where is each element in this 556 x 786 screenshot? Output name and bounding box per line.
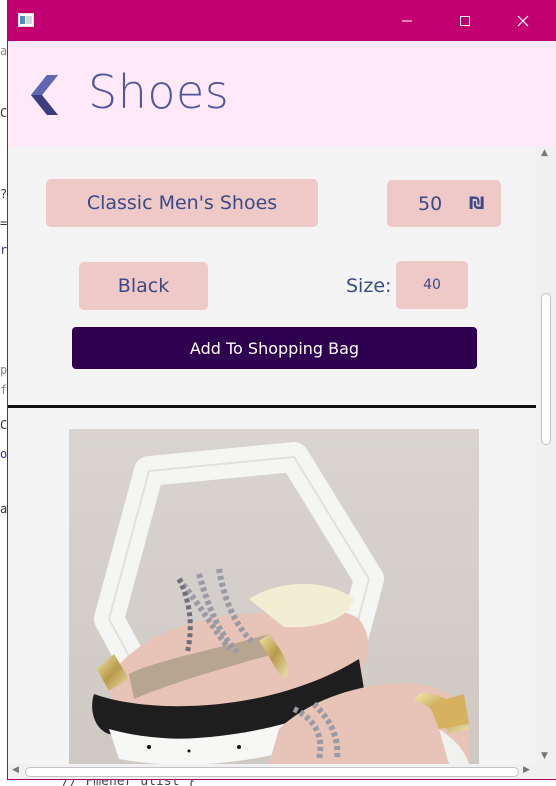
scroll-up-icon[interactable]: ▲ <box>541 148 548 158</box>
maximize-button[interactable] <box>442 0 488 41</box>
title-bar <box>8 0 556 41</box>
scroll-corner <box>536 764 556 779</box>
product-image <box>69 429 479 764</box>
price-badge: 50 ₪ <box>387 180 501 227</box>
background-code-fragment: // Fmener ulist } <box>0 779 556 786</box>
background-code-fragment: ? <box>0 187 8 201</box>
color-selector[interactable]: Black <box>79 262 208 310</box>
add-to-bag-button[interactable]: Add To Shopping Bag <box>72 327 477 369</box>
background-code-fragment: C <box>0 418 8 432</box>
background-code-fragment: = <box>0 216 8 230</box>
product-name-label: Classic Men's Shoes <box>46 179 318 227</box>
app-window: Shoes Classic Men's Shoes 50 ₪ Black Siz… <box>8 0 556 779</box>
scroll-left-icon[interactable]: ◀ <box>12 765 19 775</box>
shekel-currency-icon: ₪ <box>469 193 485 214</box>
app-icon <box>18 13 34 27</box>
background-code-fragment: f <box>0 383 8 397</box>
background-code-fragment: p <box>0 363 8 377</box>
background-code-fragment: o <box>0 447 8 461</box>
vertical-scrollbar[interactable]: ▲ ▼ <box>536 147 556 764</box>
scroll-down-icon[interactable]: ▼ <box>541 751 548 761</box>
background-code-fragment: r <box>0 243 8 257</box>
horizontal-scrollbar[interactable]: ◀ ▶ <box>8 764 536 779</box>
back-button[interactable] <box>28 71 68 119</box>
product-panel: Classic Men's Shoes 50 ₪ Black Size: 40 … <box>8 147 536 764</box>
vertical-scroll-thumb[interactable] <box>541 293 551 445</box>
close-icon <box>517 15 529 26</box>
background-code-fragment: a <box>0 502 8 516</box>
size-label: Size: <box>346 275 392 297</box>
scroll-right-icon[interactable]: ▶ <box>523 765 530 775</box>
maximize-icon <box>460 15 470 26</box>
section-divider <box>8 405 536 408</box>
price-amount: 50 <box>418 192 443 215</box>
background-code-fragment: C <box>0 106 8 120</box>
minimize-icon <box>402 20 412 21</box>
size-selector[interactable]: 40 <box>396 261 468 309</box>
page-header: Shoes <box>8 41 556 147</box>
chevron-left-icon <box>31 75 58 115</box>
horizontal-scroll-thumb[interactable] <box>25 767 519 777</box>
close-button[interactable] <box>500 0 546 41</box>
minimize-button[interactable] <box>384 0 430 41</box>
background-code-fragment: a <box>0 44 8 58</box>
page-title: Shoes <box>88 65 230 119</box>
